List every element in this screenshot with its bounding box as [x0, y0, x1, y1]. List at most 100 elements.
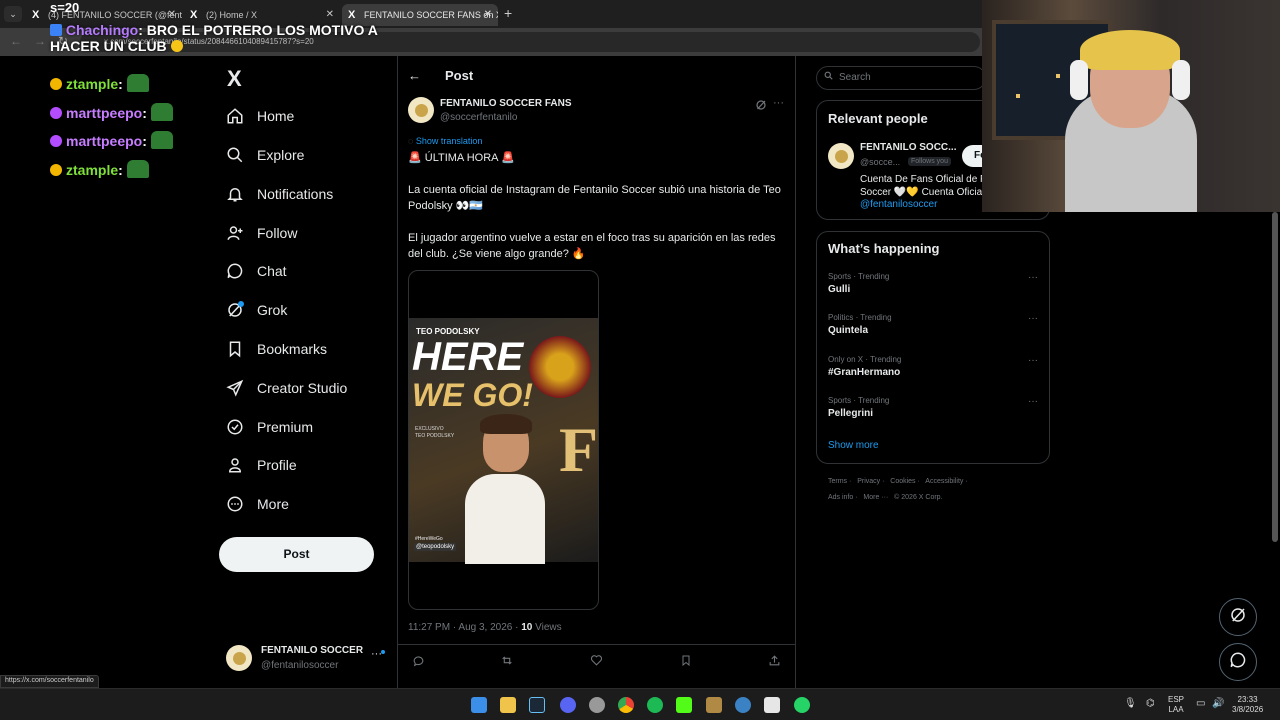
player-figure [465, 414, 545, 564]
grok-fab-button[interactable] [1219, 598, 1257, 636]
back-arrow-icon[interactable]: ← [10, 34, 22, 48]
post-meta: 11:27 PM · Aug 3, 2026 · 10 Views [408, 622, 562, 633]
trend-item[interactable]: Only on X · Trending #GranHermano ··· [828, 355, 1038, 378]
search-input[interactable]: Search [816, 66, 986, 90]
forward-arrow-icon[interactable]: → [34, 34, 46, 48]
bookmark-icon[interactable] [680, 654, 692, 670]
post-more-icon[interactable]: ··· [773, 97, 784, 109]
notepad-icon[interactable] [764, 697, 780, 713]
screen: { "browser": { "tabs": [ {"label": "(4) … [0, 0, 1280, 720]
display-icon[interactable]: ▭ [1196, 699, 1205, 709]
author-avatar[interactable] [408, 97, 434, 123]
clock[interactable]: 23:33 3/8/2026 [1232, 695, 1263, 715]
tab-label: (2) Home / X [206, 10, 258, 20]
footer-link[interactable]: Ads info [828, 494, 853, 501]
network-icon[interactable]: ⌬ [1146, 699, 1155, 709]
share-icon[interactable] [768, 654, 781, 670]
back-arrow-icon[interactable]: ← [408, 68, 421, 83]
steam-icon[interactable] [529, 697, 545, 713]
grok-icon[interactable] [755, 98, 767, 116]
show-more-link[interactable]: Show more [828, 440, 879, 451]
beanie-shape [1080, 30, 1180, 70]
nav-label: Home [257, 108, 295, 124]
microphone-icon[interactable]: 🎙 [1124, 699, 1137, 709]
scrollbar-thumb[interactable] [1272, 212, 1278, 542]
chat-username: Chachingo [65, 22, 139, 38]
chat-fab-button[interactable] [1219, 643, 1257, 681]
nav-grok[interactable]: Grok [226, 293, 287, 327]
nav-follow[interactable]: Follow [226, 216, 297, 250]
person-name[interactable]: FENTANILO SOCC... [860, 142, 956, 153]
search-placeholder: Search [839, 72, 871, 83]
footer-link[interactable]: More ··· [863, 494, 888, 501]
nav-premium[interactable]: Premium [226, 410, 313, 444]
footer-link[interactable]: Terms [828, 478, 847, 485]
footer-link[interactable]: Cookies [890, 478, 915, 485]
person-icon [226, 456, 244, 474]
views-label: Views [532, 622, 562, 633]
volume-icon[interactable]: 🔊 [1212, 699, 1224, 709]
trend-more-icon[interactable]: ··· [1028, 272, 1038, 283]
nav-chat[interactable]: Chat [226, 254, 287, 288]
tab-search-button[interactable]: ⌄ [4, 6, 22, 22]
app-icon[interactable] [589, 697, 605, 713]
trend-item[interactable]: Politics · Trending Quintela ··· [828, 313, 1038, 336]
repost-icon[interactable] [500, 654, 514, 670]
trend-item[interactable]: Sports · Trending Gulli ··· [828, 272, 1038, 295]
trend-more-icon[interactable]: ··· [1028, 355, 1038, 366]
language-indicator[interactable]: ESP LAA [1168, 695, 1184, 715]
panel-title: What’s happening [828, 241, 940, 256]
chat-icon [226, 262, 244, 280]
trend-more-icon[interactable]: ··· [1028, 313, 1038, 324]
nav-profile[interactable]: Profile [226, 448, 297, 482]
footer-link[interactable]: Privacy [857, 478, 880, 485]
avatar [226, 645, 252, 671]
new-tab-button[interactable]: + [504, 5, 512, 21]
nav-more[interactable]: More [226, 487, 289, 521]
overlay-url-fragment: s=20 [50, 0, 80, 15]
file-explorer-icon[interactable] [500, 697, 516, 713]
more-dots-icon[interactable]: ··· [371, 648, 382, 660]
author-handle[interactable]: @soccerfentanilo [440, 112, 517, 123]
footer-link[interactable]: Accessibility [925, 478, 963, 485]
discord-icon[interactable] [560, 697, 576, 713]
follows-you-badge: Follows you [908, 157, 951, 166]
windows-start-icon[interactable] [471, 697, 487, 713]
close-tab-icon[interactable]: ✕ [484, 4, 492, 26]
like-icon[interactable] [590, 654, 603, 670]
trend-more-icon[interactable]: ··· [1028, 396, 1038, 407]
app-icon[interactable] [706, 697, 722, 713]
nav-label: Explore [257, 147, 305, 163]
home-icon [226, 107, 244, 125]
nav-notifications[interactable]: Notifications [226, 177, 333, 211]
webcam-overlay [982, 0, 1280, 212]
show-translation-link[interactable]: ◌ Show translation [408, 136, 482, 146]
spotify-icon[interactable] [647, 697, 663, 713]
account-name: FENTANILO SOCCER [261, 645, 364, 656]
nav-label: Premium [257, 419, 314, 435]
copyright: © 2026 X Corp. [894, 494, 943, 501]
account-handle: @fentanilosoccer [261, 660, 339, 671]
ccleaner-icon[interactable] [735, 697, 751, 713]
kick-icon[interactable] [676, 697, 692, 713]
post-timestamp[interactable]: 11:27 PM · Aug 3, 2026 · [408, 622, 521, 633]
x-logo[interactable]: X [227, 66, 242, 92]
avatar[interactable] [828, 143, 854, 169]
person-handle[interactable]: @socce... [860, 157, 900, 167]
nav-explore[interactable]: Explore [226, 138, 304, 172]
whatsapp-icon[interactable] [794, 697, 810, 713]
trend-item[interactable]: Sports · Trending Pellegrini ··· [828, 396, 1038, 419]
author-name[interactable]: FENTANILO SOCCER FANS [440, 98, 571, 109]
x-favicon-icon: X [32, 9, 40, 21]
reply-icon[interactable] [412, 654, 425, 670]
nav-creator-studio[interactable]: Creator Studio [226, 371, 347, 405]
post-media[interactable]: F TEO PODOLSKY HERE WE GO! EXCLUSIVO TEO… [408, 270, 599, 610]
post-button[interactable]: Post [219, 537, 374, 572]
chat-line: marttpeepo: [50, 131, 173, 149]
account-switcher[interactable]: FENTANILO SOCCER @fentanilosoccer ··· [226, 642, 386, 674]
chrome-icon[interactable] [618, 697, 634, 713]
nav-home[interactable]: Home [226, 99, 294, 133]
page-title: Post [445, 68, 474, 83]
nav-bookmarks[interactable]: Bookmarks [226, 332, 327, 366]
bio-mention-link[interactable]: @fentanilosoccer [860, 199, 937, 210]
